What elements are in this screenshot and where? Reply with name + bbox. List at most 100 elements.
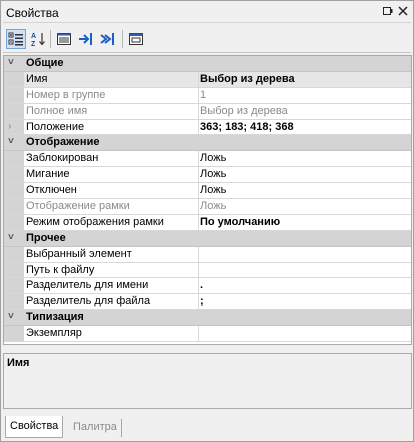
jump-right-double-icon[interactable] (98, 29, 118, 49)
property-row[interactable]: Номер в группе 1 (4, 87, 411, 104)
row-gutter (4, 214, 24, 230)
expand-chevron-icon[interactable]: › (8, 121, 11, 132)
property-value: 1 (200, 88, 207, 101)
property-value[interactable]: Ложь (200, 152, 410, 164)
alphabetical-sort-icon[interactable]: A Z (28, 29, 48, 49)
column-divider[interactable] (198, 119, 199, 135)
collapse-chevron-icon[interactable]: ˅ (8, 311, 14, 322)
property-row[interactable]: Мигание Ложь (4, 167, 411, 184)
property-value[interactable]: По умолчанию (200, 216, 410, 228)
column-divider[interactable] (198, 246, 199, 262)
property-row[interactable]: Экземпляр (4, 326, 411, 343)
property-grid: ˅ Общие Имя Выбор из дерева Номер в группе 1 П… (3, 55, 412, 345)
property-row[interactable]: Отображение рамки Ложь (4, 199, 411, 215)
property-name: Полное имя (26, 104, 88, 117)
property-row[interactable]: Путь к файлу (4, 262, 411, 279)
svg-text:A: A (31, 33, 36, 40)
jump-right-icon[interactable] (76, 29, 96, 49)
property-row[interactable]: Разделитель для файла; (4, 294, 411, 311)
property-value: Выбор из дерева (200, 104, 288, 117)
property-row[interactable]: Разделитель для имени. (4, 278, 411, 295)
toolbar-separator (50, 30, 51, 48)
property-value[interactable]: ; (200, 295, 410, 307)
column-divider[interactable] (198, 183, 199, 199)
property-name: Мигание (26, 168, 70, 181)
property-name: Заблокирован (26, 152, 99, 165)
column-divider[interactable] (198, 167, 199, 183)
property-name: Положение (26, 120, 85, 133)
property-name: Путь к файлу (26, 263, 95, 276)
category-row[interactable]: ˅ Общие (4, 56, 411, 72)
panel-titlebar: Свойства (3, 3, 411, 23)
column-divider[interactable] (198, 71, 199, 87)
row-gutter (4, 278, 24, 294)
property-row[interactable]: Режим отображения рамки По умолчанию (4, 214, 411, 231)
tab-strip: Свойства Палитра (3, 413, 412, 439)
column-divider[interactable] (198, 326, 199, 342)
property-value: Ложь (200, 200, 227, 213)
row-gutter (4, 167, 24, 183)
collapse-chevron-icon[interactable]: ˅ (8, 232, 14, 243)
property-name: Отображение рамки (26, 200, 130, 213)
tab-palette[interactable]: Палитра (69, 419, 122, 437)
column-divider[interactable] (198, 278, 199, 294)
property-value[interactable]: Ложь (200, 184, 410, 196)
row-gutter (4, 246, 24, 262)
property-name: Выбранный элемент (26, 247, 132, 260)
property-name: Разделитель для файла (26, 295, 151, 308)
panel-title: Свойства (6, 6, 59, 20)
property-name: Имя (26, 72, 48, 85)
row-gutter: › (4, 119, 24, 135)
property-name: Разделитель для имени (26, 279, 149, 292)
property-row[interactable]: › Положение 363; 183; 418; 368 (4, 119, 411, 136)
property-name: Отключен (26, 184, 77, 197)
column-divider[interactable] (198, 214, 199, 230)
property-row[interactable]: Полное имя Выбор из дерева (4, 103, 411, 120)
row-gutter (4, 71, 24, 87)
row-gutter (4, 262, 24, 278)
column-divider[interactable] (198, 151, 199, 167)
svg-text:Z: Z (31, 41, 36, 47)
row-gutter (4, 87, 24, 103)
collapse-chevron-icon[interactable]: ˅ (8, 57, 14, 68)
properties-panel: Свойства A Z ˅ Общие Имя Выбор из дерева… (0, 0, 414, 442)
category-name: Общие (26, 57, 64, 69)
category-row[interactable]: ˅ Типизация (4, 310, 411, 327)
category-name: Типизация (26, 311, 84, 324)
category-name: Отображение (26, 136, 100, 149)
property-name: Режим отображения рамки (26, 215, 164, 228)
property-row[interactable]: Выбранный элемент (4, 246, 411, 263)
property-name: Экземпляр (26, 327, 82, 340)
row-gutter (4, 326, 24, 342)
property-value[interactable]: 363; 183; 418; 368 (200, 121, 410, 133)
property-row[interactable]: Заблокирован Ложь (4, 151, 411, 168)
categorized-icon[interactable] (6, 29, 26, 49)
category-name: Прочее (26, 231, 66, 244)
property-value[interactable]: Выбор из дерева (200, 73, 410, 85)
column-divider[interactable] (198, 103, 199, 119)
column-divider[interactable] (198, 294, 199, 310)
category-row[interactable]: ˅ Прочее (4, 230, 411, 247)
events-icon[interactable] (126, 29, 146, 49)
column-divider[interactable] (198, 87, 199, 103)
column-divider[interactable] (198, 262, 199, 278)
close-icon[interactable] (396, 6, 409, 19)
row-gutter (4, 151, 24, 167)
description-pane: Имя (3, 353, 412, 409)
property-value[interactable]: Ложь (200, 168, 410, 180)
pin-icon[interactable] (381, 6, 394, 19)
toolbar: A Z (3, 25, 411, 53)
row-gutter (4, 183, 24, 199)
property-value[interactable]: . (200, 279, 410, 291)
property-row[interactable]: Имя Выбор из дерева (4, 71, 411, 88)
property-row[interactable]: Отключен Ложь (4, 183, 411, 200)
category-row[interactable]: ˅ Отображение (4, 135, 411, 152)
toolbar-separator (122, 30, 123, 48)
properties-page-icon[interactable] (54, 29, 74, 49)
column-divider[interactable] (198, 199, 199, 214)
tab-properties[interactable]: Свойства (5, 416, 64, 438)
collapse-chevron-icon[interactable]: ˅ (8, 136, 14, 147)
row-gutter (4, 199, 24, 214)
row-gutter (4, 103, 24, 119)
description-title: Имя (7, 357, 30, 369)
